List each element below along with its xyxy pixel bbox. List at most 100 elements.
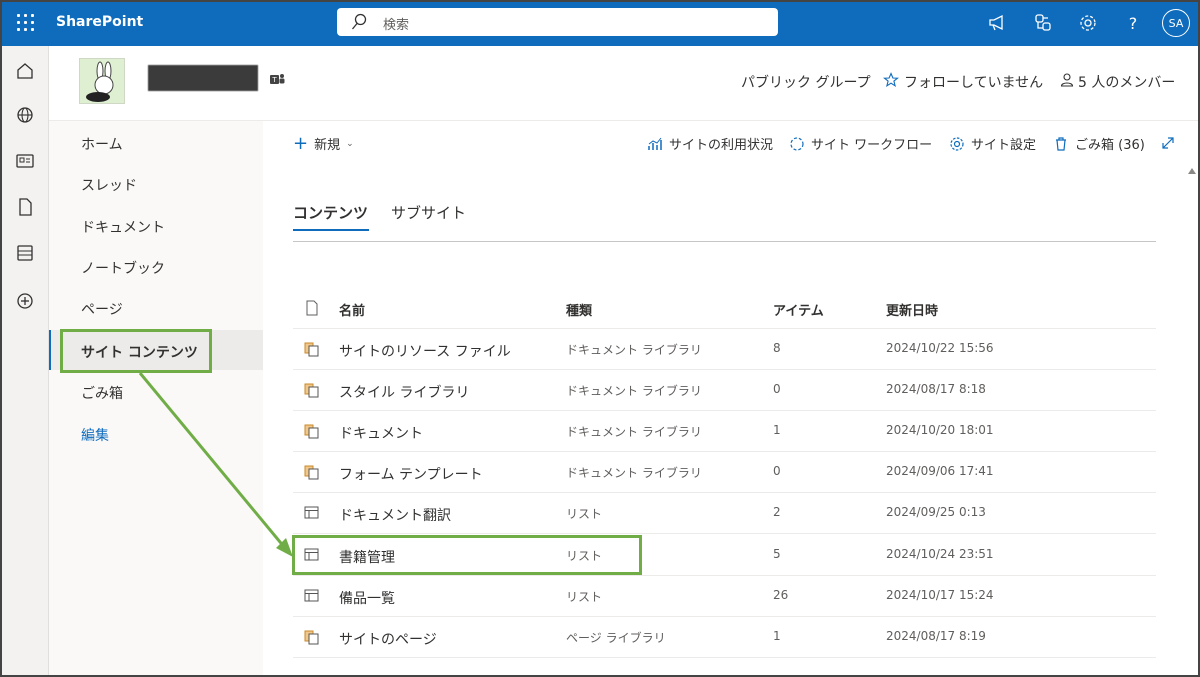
chart-icon (648, 137, 662, 150)
site-workflows-button[interactable]: サイト ワークフロー (789, 134, 932, 153)
column-header-items[interactable]: アイテム (773, 300, 824, 319)
nav-edit-link[interactable]: 編集 (49, 413, 263, 453)
site-logo[interactable] (79, 58, 125, 104)
site-usage-button[interactable]: サイトの利用状況 (647, 134, 773, 153)
item-name[interactable]: フォーム テンプレート (339, 464, 483, 484)
star-icon[interactable] (883, 72, 899, 88)
nav-label: ドキュメント (81, 220, 165, 236)
item-name[interactable]: スタイル ライブラリ (339, 382, 469, 402)
item-modified: 2024/10/17 15:24 (886, 588, 994, 602)
new-button[interactable]: + 新規 ⌄ (293, 134, 354, 153)
item-name[interactable]: 備品一覧 (339, 588, 395, 608)
table-row[interactable]: フォーム テンプレート ドキュメント ライブラリ 0 2024/09/06 17… (293, 452, 1156, 493)
table-row[interactable]: サイトのページ ページ ライブラリ 1 2024/08/17 8:19 (293, 617, 1156, 658)
help-icon[interactable]: ? (1122, 12, 1144, 34)
nav-label: ノートブック (81, 261, 165, 277)
megaphone-icon[interactable] (986, 12, 1008, 34)
nav-home[interactable]: ホーム (49, 122, 263, 162)
tab-contents[interactable]: コンテンツ (293, 202, 368, 223)
item-count: 5 (773, 547, 781, 561)
column-header-type[interactable]: 種類 (566, 300, 592, 319)
nav-label: ホーム (81, 137, 123, 153)
nav-recycle-bin[interactable]: ごみ箱 (49, 371, 263, 411)
item-type: ドキュメント ライブラリ (566, 425, 702, 439)
nav-notebook[interactable]: ノートブック (49, 246, 263, 286)
app-launcher-icon[interactable] (14, 11, 38, 35)
group-privacy: パブリック グループ (741, 75, 871, 91)
user-avatar[interactable]: SA (1162, 9, 1190, 37)
item-name[interactable]: サイトのリソース ファイル (339, 341, 511, 361)
site-settings-button[interactable]: サイト設定 (949, 134, 1036, 153)
tabs-divider (293, 241, 1156, 242)
trash-icon (1056, 136, 1066, 151)
recycle-bin-button[interactable]: ごみ箱 (36) (1053, 134, 1145, 153)
library-icon (304, 465, 319, 480)
library-icon (304, 630, 319, 645)
table-row[interactable]: サイトのリソース ファイル ドキュメント ライブラリ 8 2024/10/22 … (293, 329, 1156, 370)
svg-text:T: T (271, 76, 277, 84)
tab-subsites[interactable]: サブサイト (391, 202, 466, 223)
svg-text:?: ? (1129, 14, 1138, 33)
gear-icon[interactable] (1077, 12, 1099, 34)
globe-icon[interactable] (14, 104, 36, 126)
item-name[interactable]: ドキュメント翻訳 (339, 505, 451, 525)
members-button[interactable]: 5 人のメンバー (1078, 72, 1175, 92)
file-type-icon[interactable] (305, 300, 319, 316)
item-modified: 2024/08/17 8:18 (886, 382, 986, 396)
app-settings-icon[interactable] (1032, 12, 1054, 34)
expand-icon[interactable] (1160, 135, 1176, 151)
column-header-modified[interactable]: 更新日時 (886, 300, 938, 319)
item-modified: 2024/09/06 17:41 (886, 464, 994, 478)
list-icon (304, 589, 319, 602)
create-icon[interactable] (14, 290, 36, 312)
site-workflows-label: サイト ワークフロー (811, 138, 933, 153)
news-icon[interactable] (14, 150, 36, 172)
gear-icon (950, 136, 964, 151)
scroll-up-arrow[interactable] (1188, 168, 1196, 174)
nav-pages[interactable]: ページ (49, 287, 263, 327)
item-count: 2 (773, 505, 781, 519)
new-label: 新規 (314, 138, 341, 153)
highlight-book-list (292, 535, 642, 575)
nav-label: スレッド (81, 178, 137, 194)
follow-button[interactable]: フォローしていません (904, 72, 1043, 92)
item-type: ページ ライブラリ (566, 631, 666, 645)
active-tab-indicator (293, 229, 369, 231)
item-type: リスト (566, 507, 603, 521)
table-row[interactable]: ドキュメント翻訳 リスト 2 2024/09/25 0:13 (293, 493, 1156, 534)
item-count: 1 (773, 423, 781, 437)
search-input[interactable]: 検索 (383, 14, 409, 33)
table-header: 名前 種類 アイテム 更新日時 (293, 288, 1156, 329)
teams-icon[interactable]: T (268, 70, 286, 88)
home-icon[interactable] (14, 60, 36, 82)
nav-threads[interactable]: スレッド (49, 163, 263, 203)
chevron-down-icon: ⌄ (346, 138, 354, 149)
plus-icon: + (293, 132, 309, 154)
library-icon (304, 383, 319, 398)
site-navigation: ホーム スレッド ドキュメント ノートブック ページ サイト コンテンツ ごみ箱… (49, 121, 263, 677)
table-row[interactable]: 備品一覧 リスト 26 2024/10/17 15:24 (293, 576, 1156, 617)
nav-label: ページ (81, 302, 123, 318)
workflow-icon (790, 136, 804, 151)
nav-label: 編集 (81, 428, 109, 444)
item-modified: 2024/10/20 18:01 (886, 423, 994, 437)
table-row[interactable]: スタイル ライブラリ ドキュメント ライブラリ 0 2024/08/17 8:1… (293, 370, 1156, 411)
item-name[interactable]: ドキュメント (339, 423, 423, 443)
column-header-name[interactable]: 名前 (339, 300, 365, 319)
brand-name[interactable]: SharePoint (56, 14, 143, 30)
item-type: ドキュメント ライブラリ (566, 466, 702, 480)
list-icon (304, 506, 319, 519)
item-count: 0 (773, 464, 781, 478)
search-box[interactable]: 検索 (337, 8, 778, 36)
item-type: リスト (566, 590, 603, 604)
nav-documents[interactable]: ドキュメント (49, 205, 263, 245)
library-icon (304, 342, 319, 357)
search-icon (351, 13, 367, 30)
nav-label: ごみ箱 (81, 386, 123, 402)
person-icon (1060, 73, 1074, 87)
table-row[interactable]: ドキュメント ドキュメント ライブラリ 1 2024/10/20 18:01 (293, 411, 1156, 452)
suite-bar: SharePoint 検索 ? SA (0, 0, 1200, 46)
file-icon[interactable] (14, 196, 36, 218)
lists-icon[interactable] (14, 242, 36, 264)
item-name[interactable]: サイトのページ (339, 629, 437, 649)
